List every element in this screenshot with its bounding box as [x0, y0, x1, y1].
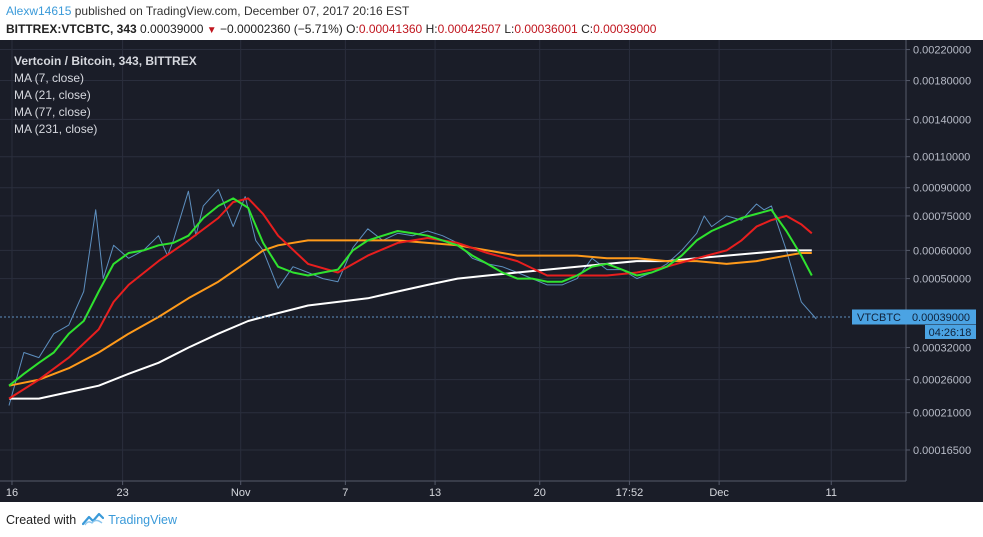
low-value: 0.00036001 [514, 22, 578, 36]
y-tick-label: 0.00220000 [913, 45, 971, 57]
author-link[interactable]: Alexw14615 [6, 4, 71, 18]
chart-area[interactable]: 0.00220000 0.00180000 0.00140000 0.00110000… [0, 40, 983, 502]
x-tick-label: Nov [231, 487, 251, 499]
y-tick-label: 0.00075000 [913, 211, 971, 223]
time-axis[interactable]: 16 23 Nov 7 13 20 17:52 Dec 11 [6, 481, 837, 499]
grid [0, 40, 906, 481]
price-tag-value: 0.00039000 [912, 312, 970, 324]
last-price: 0.00039000 [140, 22, 204, 36]
x-tick-label: 11 [826, 487, 837, 499]
down-triangle-icon: ▼ [206, 25, 217, 36]
open-value: 0.00041360 [358, 22, 423, 36]
countdown-text: 04:26:18 [929, 327, 972, 339]
legend: Vertcoin / Bitcoin, 343, BITTREX MA (7, … [14, 54, 197, 136]
series-ma21-line [8, 197, 813, 400]
footer: Created with TradingView [6, 512, 177, 529]
price-tag: VTCBTC 0.00039000 04:26:18 [852, 309, 976, 339]
publish-line: Alexw14615 published on TradingView.com,… [6, 4, 409, 18]
chart-svg[interactable]: 0.00220000 0.00180000 0.00140000 0.00110000… [0, 40, 983, 502]
high-label: H: [425, 22, 438, 36]
legend-ma7[interactable]: MA (7, close) [14, 71, 84, 85]
legend-ma77[interactable]: MA (77, close) [14, 105, 91, 119]
ohlc-line: BITTREX:VTCBTC, 343 0.00039000 ▼ −0.0000… [6, 22, 656, 36]
y-tick-label: 0.00090000 [913, 183, 971, 195]
price-axis[interactable]: 0.00220000 0.00180000 0.00140000 0.00110000… [906, 45, 971, 457]
tradingview-link[interactable]: TradingView [108, 513, 177, 527]
x-tick-label: 16 [6, 487, 18, 499]
y-tick-label: 0.00016500 [913, 445, 971, 457]
open-label: O: [346, 22, 359, 36]
close-value: 0.00039000 [593, 22, 657, 36]
x-tick-label: 23 [116, 487, 128, 499]
series-layer [8, 188, 817, 406]
high-value: 0.00042507 [437, 22, 501, 36]
legend-title: Vertcoin / Bitcoin, 343, BITTREX [14, 54, 197, 68]
y-tick-label: 0.00060000 [913, 245, 971, 257]
series-ma7-line [8, 197, 813, 387]
close-label: C: [581, 22, 594, 36]
y-tick-label: 0.00026000 [913, 375, 971, 387]
y-tick-label: 0.00050000 [913, 274, 971, 286]
price-tag-symbol: VTCBTC [857, 312, 901, 324]
x-tick-label: 17:52 [616, 487, 644, 499]
y-tick-label: 0.00180000 [913, 76, 971, 88]
legend-ma231[interactable]: MA (231, close) [14, 122, 97, 136]
legend-ma21[interactable]: MA (21, close) [14, 88, 91, 102]
x-tick-label: 20 [534, 487, 546, 499]
price-change: −0.00002360 (−5.71%) [220, 22, 343, 36]
y-tick-label: 0.00021000 [913, 408, 971, 420]
tradingview-logo-icon[interactable] [82, 512, 105, 529]
x-tick-label: 7 [342, 487, 348, 499]
low-label: L: [504, 22, 515, 36]
series-ma77-line [8, 239, 812, 387]
y-tick-label: 0.00140000 [913, 114, 971, 126]
x-tick-label: 13 [429, 487, 441, 499]
publish-info: published on TradingView.com, December 0… [74, 4, 410, 18]
x-tick-label: Dec [709, 487, 729, 499]
symbol-line: BITTREX:VTCBTC, 343 [6, 22, 137, 36]
series-ma231-line [9, 249, 812, 400]
y-tick-label: 0.00032000 [913, 343, 971, 355]
y-tick-label: 0.00110000 [913, 152, 970, 164]
created-with-text: Created with [6, 512, 77, 527]
